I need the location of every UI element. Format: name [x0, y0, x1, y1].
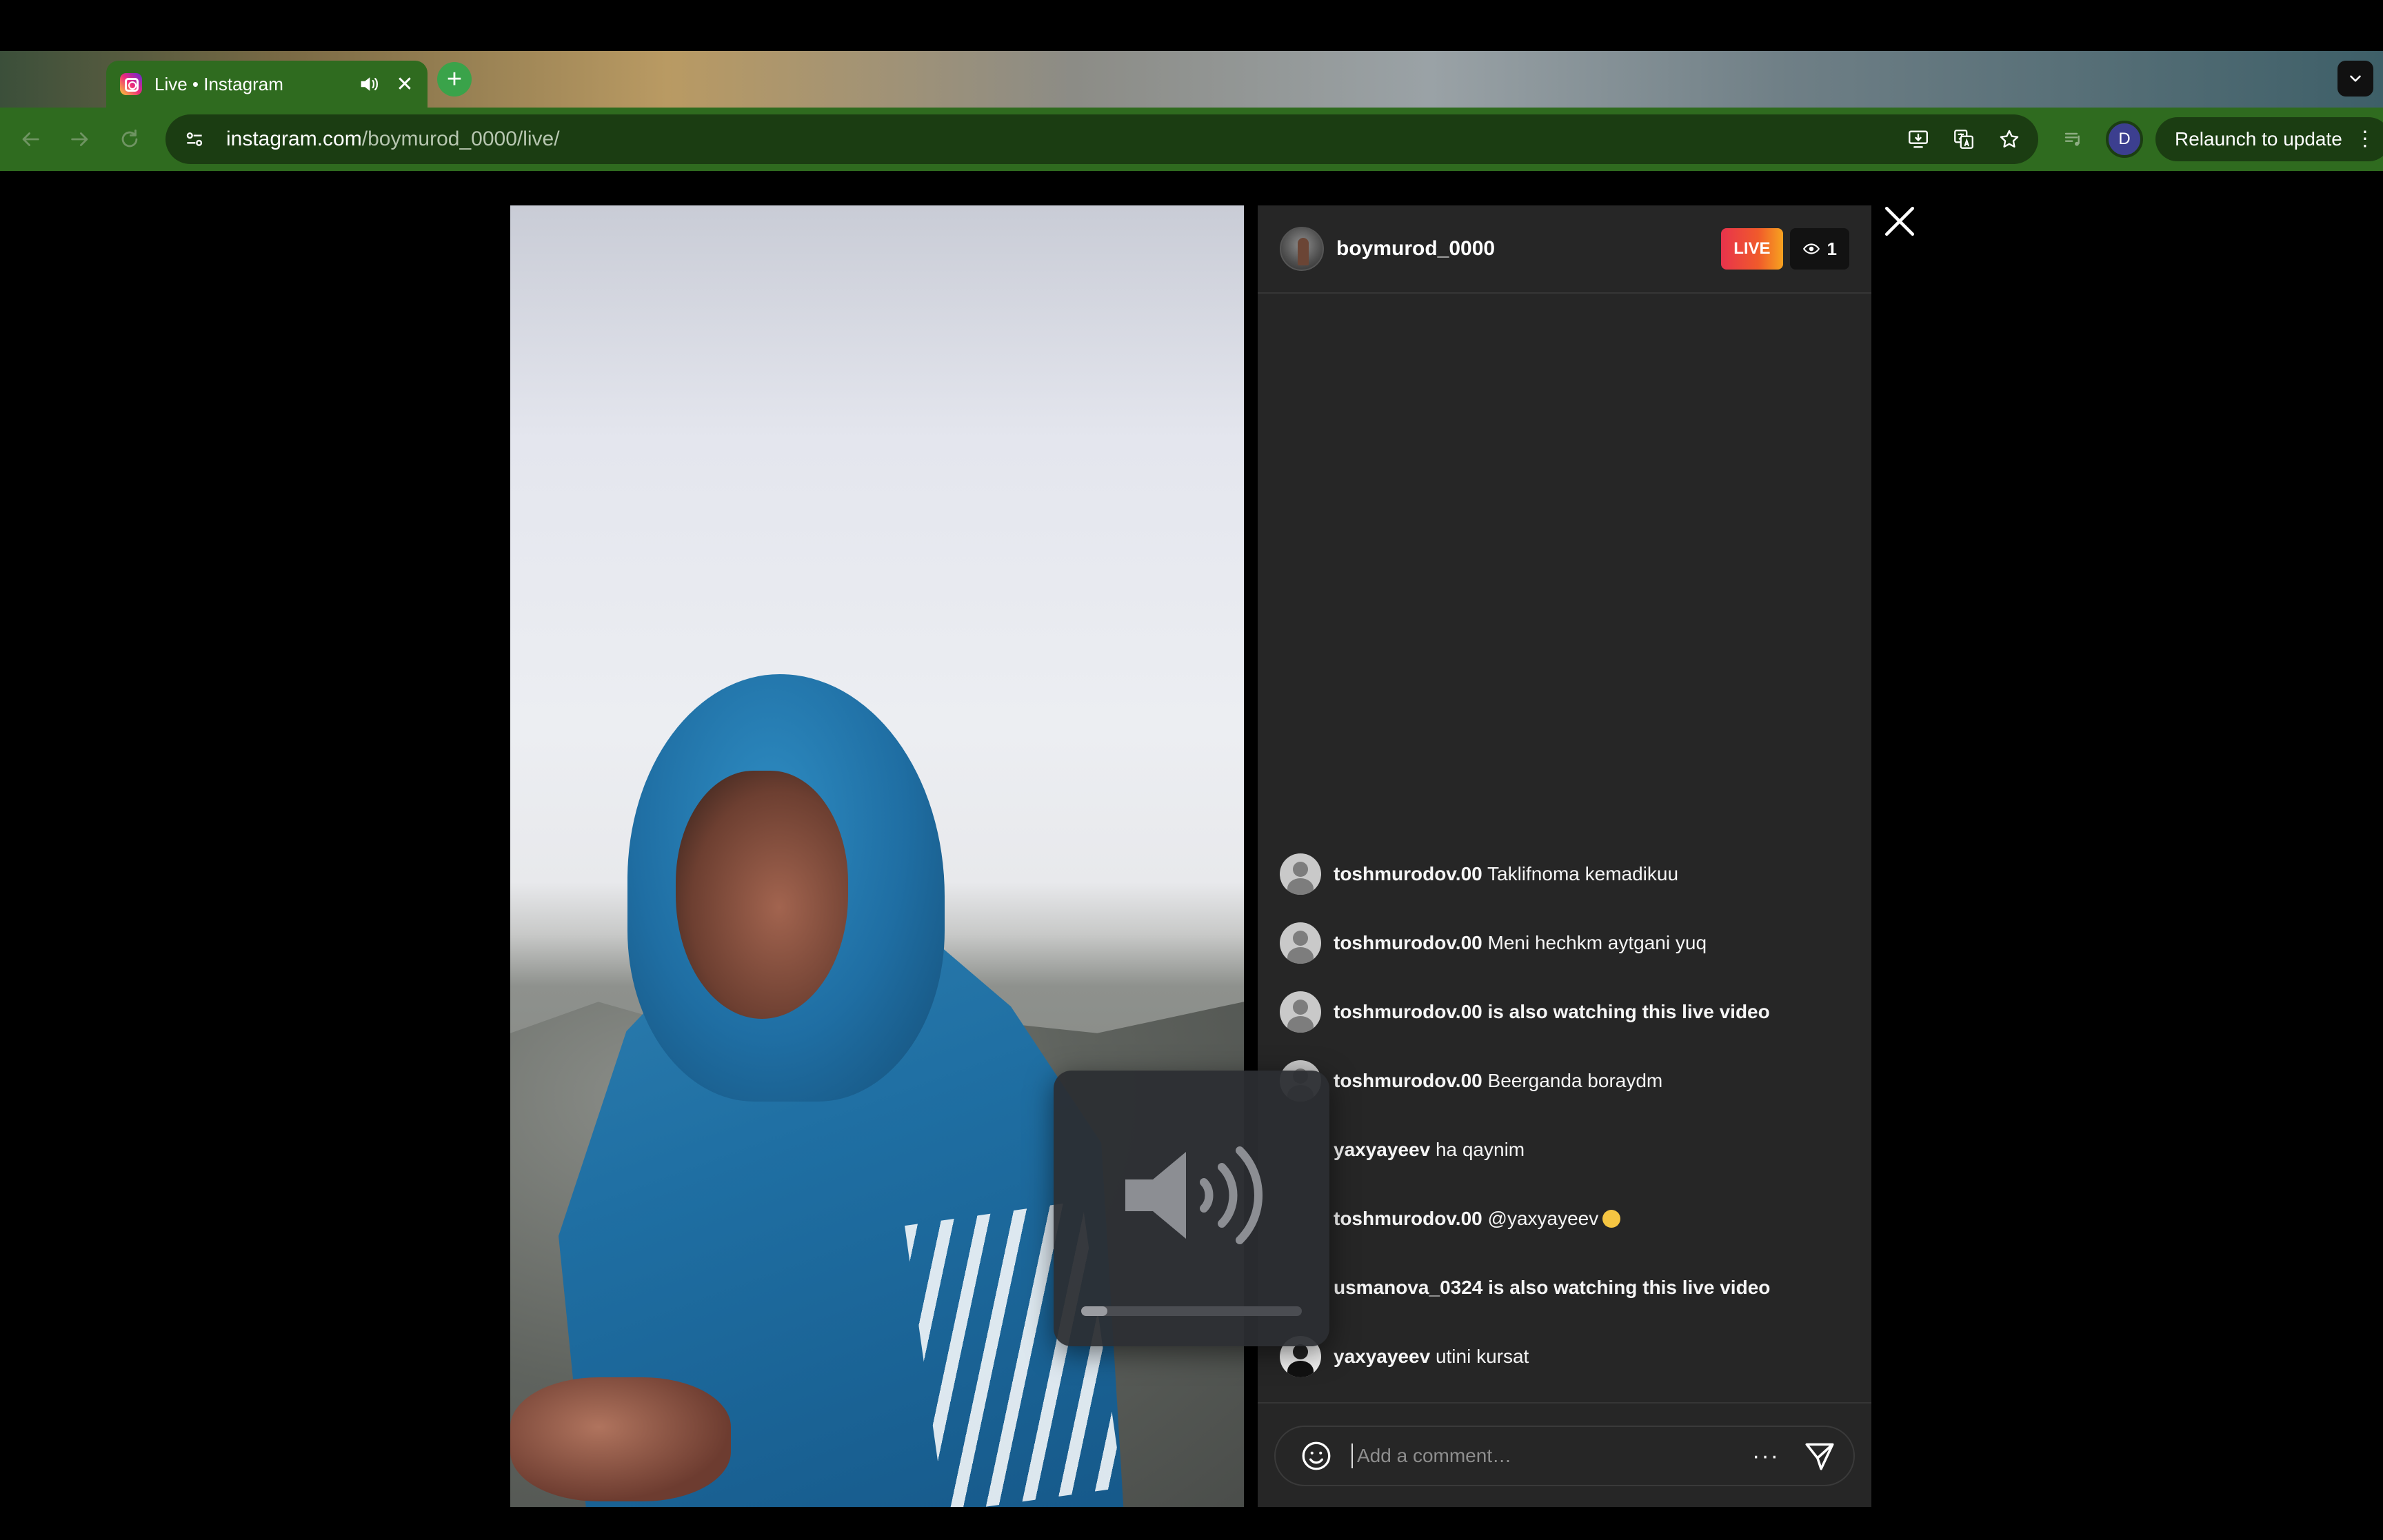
comment-row: toshmurodov.00 Taklifnoma kemadikuu	[1280, 840, 1852, 909]
comment-text: toshmurodov.00 Beerganda boraydm	[1334, 1070, 1662, 1092]
browser-tab-active[interactable]: Live • Instagram ✕	[106, 61, 428, 108]
commenter-username[interactable]: yaxyayeev	[1334, 1346, 1430, 1367]
comment-composer: ···	[1274, 1426, 1855, 1486]
commenter-username[interactable]: toshmurodov.00	[1334, 1208, 1482, 1229]
comment-text: toshmurodov.00 is also watching this liv…	[1334, 1001, 1770, 1023]
volume-level-fill	[1081, 1306, 1108, 1316]
commenter-username[interactable]: usmanova_0324 is also watching this live…	[1334, 1277, 1770, 1298]
comment-row: toshmurodov.00 Beerganda boraydm	[1280, 1046, 1852, 1115]
comment-row: toshmurodov.00 @yaxyayeev	[1280, 1184, 1852, 1253]
comment-composer-bar: ···	[1258, 1402, 1871, 1507]
comment-row: yaxyayeev utini kursat	[1280, 1322, 1852, 1391]
commenter-username[interactable]: toshmurodov.00	[1334, 863, 1482, 884]
broadcaster-avatar[interactable]	[1280, 227, 1324, 271]
url-text: instagram.com/boymurod_0000/live/	[226, 128, 560, 151]
comment-body: ha qaynim	[1435, 1139, 1525, 1160]
translate-icon[interactable]	[1949, 124, 1979, 154]
tab-audio-icon[interactable]	[357, 72, 381, 96]
commenter-avatar[interactable]	[1280, 853, 1321, 895]
commenter-avatar[interactable]	[1280, 991, 1321, 1033]
close-icon[interactable]	[1882, 204, 1917, 239]
reload-icon	[121, 129, 138, 148]
comment-text: toshmurodov.00 Taklifnoma kemadikuu	[1334, 863, 1678, 885]
comment-text: toshmurodov.00 @yaxyayeev	[1334, 1208, 1621, 1230]
more-options-icon[interactable]: ···	[1749, 1439, 1783, 1473]
instagram-favicon-icon	[120, 73, 142, 95]
browser-toolbar: instagram.com/boymurod_0000/live/ D Rela…	[0, 108, 2383, 171]
tab-title: Live • Instagram	[154, 73, 283, 94]
comment-text: usmanova_0324 is also watching this live…	[1334, 1277, 1770, 1299]
emoji-face-icon	[1602, 1210, 1621, 1228]
tab-strip: Live • Instagram ✕ +	[0, 51, 2383, 108]
media-controls-icon[interactable]	[2059, 124, 2089, 154]
new-tab-button[interactable]: +	[437, 62, 472, 97]
viewer-count: 1	[1827, 238, 1837, 259]
eye-icon	[1802, 243, 1820, 254]
chevron-down-icon	[2350, 75, 2361, 82]
comment-row: toshmurodov.00 is also watching this liv…	[1280, 977, 1852, 1046]
comment-body: @yaxyayeev	[1487, 1208, 1599, 1229]
forward-button[interactable]	[65, 124, 95, 154]
site-info-icon[interactable]	[179, 124, 210, 154]
commenter-username[interactable]: yaxyayeev	[1334, 1139, 1430, 1160]
url-path: /boymurod_0000/live/	[361, 128, 560, 150]
commenter-avatar[interactable]	[1280, 922, 1321, 964]
reload-button[interactable]	[114, 124, 145, 154]
comment-row: yaxyayeev ha qaynim	[1280, 1115, 1852, 1184]
comment-input[interactable]	[1351, 1443, 1749, 1468]
relaunch-label: Relaunch to update	[2175, 128, 2342, 150]
speaker-volume-icon	[1125, 1146, 1263, 1244]
comment-row: usmanova_0324 is also watching this live…	[1280, 1253, 1852, 1322]
viewer-count-badge: 1	[1789, 228, 1849, 270]
comment-text: yaxyayeev ha qaynim	[1334, 1139, 1525, 1161]
video-person-hands	[510, 1377, 731, 1501]
comment-list: toshmurodov.00 Taklifnoma kemadikuu toshm…	[1280, 840, 1852, 1391]
forward-arrow-icon	[71, 132, 88, 146]
comment-body: Beerganda boraydm	[1487, 1070, 1663, 1091]
comment-text: toshmurodov.00 Meni hechkm aytgani yuq	[1334, 932, 1707, 954]
back-arrow-icon	[22, 132, 39, 146]
relaunch-to-update-button[interactable]: Relaunch to update ⋮	[2155, 117, 2383, 161]
video-person-face	[676, 771, 848, 1019]
live-header: boymurod_0000 LIVE 1	[1258, 205, 1871, 294]
live-side-panel: boymurod_0000 LIVE 1 toshmurodov.00 Takl…	[1258, 205, 1871, 1507]
emoji-icon[interactable]	[1299, 1439, 1334, 1473]
commenter-username[interactable]: toshmurodov.00	[1334, 1070, 1482, 1091]
comment-body: utini kursat	[1435, 1346, 1529, 1367]
volume-track	[1081, 1306, 1302, 1316]
send-icon[interactable]	[1802, 1439, 1837, 1473]
profile-avatar-button[interactable]: D	[2106, 121, 2143, 158]
volume-hud	[1054, 1071, 1329, 1346]
live-badge: LIVE	[1721, 228, 1783, 270]
more-vertical-icon: ⋮	[2354, 128, 2375, 150]
commenter-username[interactable]: toshmurodov.00	[1334, 932, 1482, 953]
url-domain: instagram.com	[226, 128, 362, 150]
tab-search-button[interactable]	[2337, 61, 2373, 97]
comment-text: yaxyayeev utini kursat	[1334, 1346, 1529, 1368]
tab-close-icon[interactable]: ✕	[393, 72, 416, 96]
address-bar[interactable]: instagram.com/boymurod_0000/live/	[165, 114, 2038, 164]
comment-row: toshmurodov.00 Meni hechkm aytgani yuq	[1280, 909, 1852, 977]
comment-body: Taklifnoma kemadikuu	[1487, 863, 1679, 884]
install-app-icon[interactable]	[1903, 124, 1933, 154]
commenter-username[interactable]: toshmurodov.00 is also watching this liv…	[1334, 1001, 1770, 1022]
broadcaster-username[interactable]: boymurod_0000	[1336, 237, 1721, 261]
bookmark-star-icon[interactable]	[1994, 124, 2024, 154]
back-button[interactable]	[15, 124, 46, 154]
comment-body: Meni hechkm aytgani yuq	[1487, 932, 1707, 953]
